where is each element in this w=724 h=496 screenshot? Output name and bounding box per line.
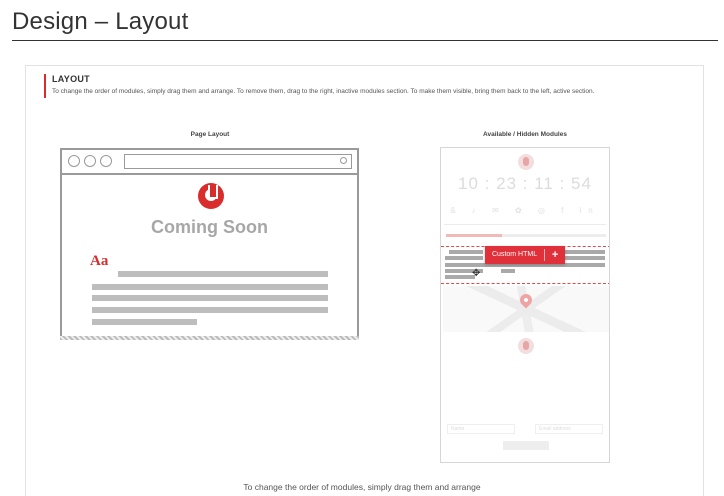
name-input-ghost: Name [447,424,515,434]
browser-toolbar [62,150,357,175]
submit-button-ghost [503,441,549,450]
text-placeholder-line [92,284,328,290]
custom-html-label: Custom HTML [492,249,546,261]
text-placeholder-line [92,319,197,325]
text-placeholder-line [92,307,328,313]
email-input-ghost: Email address [535,424,603,434]
text-placeholder-line [445,275,475,279]
social-icons-module[interactable]: & ♪ ✉ ✿ ◎ f in [441,206,609,215]
browser-mockup[interactable]: Coming Soon Aa [60,148,359,338]
map-module[interactable] [443,286,609,332]
intro-text: To change the order of modules, simply d… [52,88,595,95]
title-divider [12,40,718,41]
text-placeholder-line [501,269,515,273]
url-bar [124,154,352,169]
progress-module[interactable] [446,234,606,237]
coming-soon-module[interactable]: Coming Soon [62,217,357,238]
logo-module-icon[interactable] [198,183,224,209]
contact-module-icon[interactable] [518,338,534,354]
window-dot-icon [68,155,80,167]
page-title: Design – Layout [12,8,189,35]
hidden-modules-panel[interactable]: 10 : 23 : 11 : 54 & ♪ ✉ ✿ ◎ f in Name Em… [440,147,610,463]
text-placeholder-line [92,295,328,301]
logo-module-icon[interactable] [518,154,534,170]
text-placeholder-line [559,250,605,254]
countdown-module[interactable]: 10 : 23 : 11 : 54 [441,174,609,194]
custom-html-module-button[interactable]: Custom HTML + [485,246,566,264]
add-module-icon[interactable]: + [545,249,565,261]
move-cursor-icon: ✥ [472,268,481,279]
text-placeholder-line [118,271,328,277]
map-pin-icon [517,291,535,309]
window-dot-icon [100,155,112,167]
intro-block: LAYOUT To change the order of modules, s… [44,74,694,98]
caption: To change the order of modules, simply d… [243,482,481,492]
intro-heading: LAYOUT [52,74,90,84]
typography-icon: Aa [90,253,109,269]
progress-fill [446,234,502,237]
video-module[interactable] [474,462,576,463]
text-placeholder-line [445,256,483,260]
search-icon [340,157,347,164]
text-placeholder-line [449,250,483,254]
window-dot-icon [84,155,96,167]
module-divider [444,224,606,225]
text-placeholder-line [559,256,605,260]
modules-label: Available / Hidden Modules [483,131,567,138]
browser-bottom-edge [60,336,359,340]
page-layout-label: Page Layout [190,131,230,138]
